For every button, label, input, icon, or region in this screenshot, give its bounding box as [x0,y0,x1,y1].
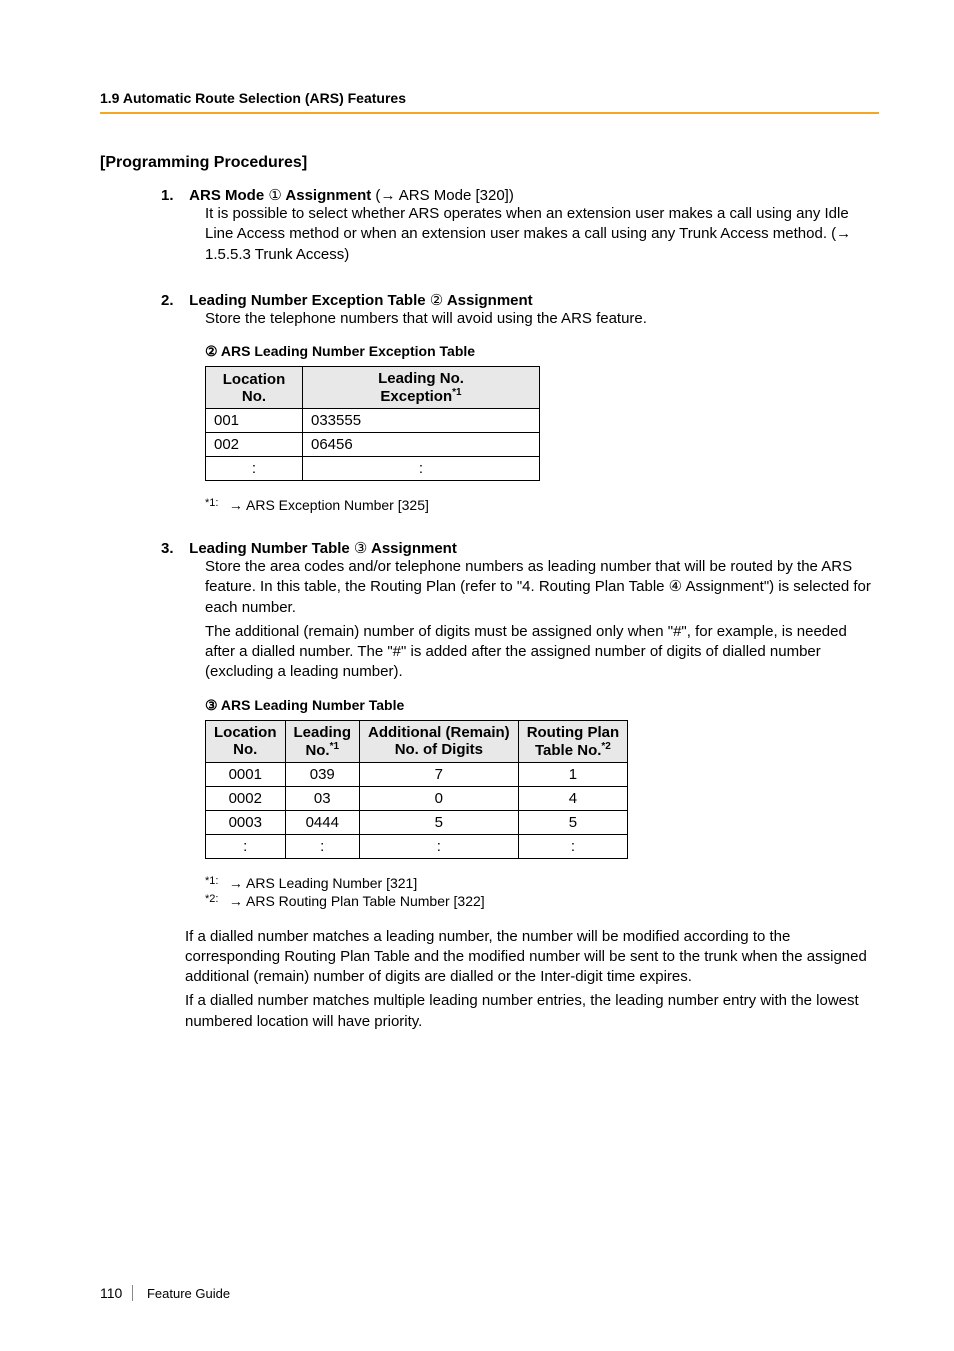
item-body: Store the telephone numbers that will av… [205,309,879,329]
table-header: Location No. [206,720,286,762]
item-title-bold-2: Assignment [367,540,456,557]
procedure-item-1: 1. ARS Mode ① Assignment (→ ARS Mode [32… [185,186,879,265]
circled-3-icon: ③ [354,539,367,557]
table-row: : : [206,457,540,481]
page-number: 110 [100,1285,133,1301]
table-row: 001 033555 [206,409,540,433]
body-line: If a dialled number matches multiple lea… [185,991,879,1032]
table-cell: : [206,834,286,858]
body-line: Store the telephone numbers that will av… [205,309,879,329]
table-cell: 5 [360,810,519,834]
table-cell: : [285,834,360,858]
body-line: It is possible to select whether ARS ope… [205,205,849,242]
table-cell: 0 [360,786,519,810]
leading-number-table: Location No. Leading No.*1 Additional (R… [205,720,628,859]
body-line: The additional (remain) number of digits… [205,622,879,683]
table-cell: 001 [206,409,303,433]
item-number: 2. [161,292,185,309]
procedure-item-2: 2. Leading Number Exception Table ② Assi… [185,291,879,513]
table-title: ARS Leading Number Table [218,697,405,713]
footnote-text: ARS Leading Number [321] [243,875,417,891]
table-cell: : [360,834,519,858]
item-body: Store the area codes and/or telephone nu… [205,557,879,683]
table-header: Leading No.*1 [285,720,360,762]
item-number: 1. [161,187,185,204]
item-title-plain-2: ARS Mode [320]) [395,187,513,204]
table-cell: 1 [518,762,628,786]
table-row: 0001 039 7 1 [206,762,628,786]
arrow-icon: → [836,225,851,242]
circled-2-icon: ② [205,343,218,360]
table-cell: 5 [518,810,628,834]
table-cell: 06456 [303,433,540,457]
footnote-text: ARS Routing Plan Table Number [322] [243,893,485,909]
table-cell: 0444 [285,810,360,834]
page-title: [Programming Procedures] [100,154,879,172]
item-number: 3. [161,540,185,557]
item-title-bold-2: Assignment [443,292,532,309]
table-cell: 7 [360,762,519,786]
table-cell: 0002 [206,786,286,810]
arrow-icon: → [229,497,243,513]
running-header: 1.9 Automatic Route Selection (ARS) Feat… [100,90,879,114]
footnote-label: *2: [205,893,225,905]
body-line: Store the area codes and/or telephone nu… [205,557,879,618]
circled-2-icon: ② [430,291,443,309]
table-cell: 4 [518,786,628,810]
table-row: 002 06456 [206,433,540,457]
arrow-icon: → [229,875,243,891]
body-line: 1.5.5.3 Trunk Access) [205,246,349,263]
table-cell: : [206,457,303,481]
item-body: It is possible to select whether ARS ope… [205,204,879,265]
table-cell: : [303,457,540,481]
body-line: If a dialled number matches a leading nu… [185,927,879,988]
footnotes: *1: → ARS Exception Number [325] [205,497,879,513]
table-header: Leading No. Exception*1 [303,367,540,409]
table-cell: 033555 [303,409,540,433]
arrow-icon: → [380,187,395,204]
table-cell: 002 [206,433,303,457]
table-cell: 0001 [206,762,286,786]
item-title-bold: ARS Mode [189,187,268,204]
table-cell: : [518,834,628,858]
table-cell: 0003 [206,810,286,834]
doc-title: Feature Guide [147,1286,230,1301]
exception-table: Location No. Leading No. Exception*1 001… [205,366,540,481]
footnote-label: *1: [205,497,225,509]
table-cell: 039 [285,762,360,786]
item-title-bold: Leading Number Table [189,540,354,557]
item-after-text: If a dialled number matches a leading nu… [185,927,879,1032]
table-header: Routing Plan Table No.*2 [518,720,628,762]
footnote-label: *1: [205,875,225,887]
table-header: Location No. [206,367,303,409]
page-footer: 110 Feature Guide [100,1285,230,1301]
footnote-text: ARS Exception Number [325] [243,497,429,513]
procedure-item-3: 3. Leading Number Table ③ Assignment Sto… [185,539,879,1032]
table-title: ARS Leading Number Exception Table [218,343,475,359]
table-row: 0003 0444 5 5 [206,810,628,834]
table-cell: 03 [285,786,360,810]
item-title-bold: Leading Number Exception Table [189,292,430,309]
table-header: Additional (Remain) No. of Digits [360,720,519,762]
item-title-bold-2: Assignment [282,187,371,204]
footnotes: *1: → ARS Leading Number [321] *2: → ARS… [205,875,879,909]
circled-1-icon: ① [268,186,281,204]
table-row: 0002 03 0 4 [206,786,628,810]
circled-3-icon: ③ [205,697,218,714]
arrow-icon: → [229,893,243,909]
table-row: : : : : [206,834,628,858]
